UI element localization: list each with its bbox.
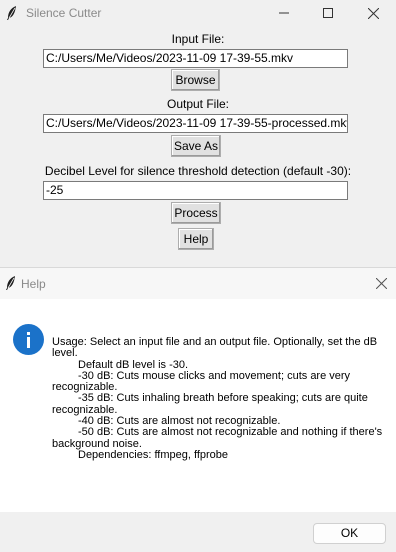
decibel-field[interactable]: -25 <box>43 181 348 200</box>
help-button[interactable]: Help <box>178 228 214 250</box>
help-message: Usage: Select an input file and an outpu… <box>52 336 384 461</box>
main-window: Silence Cutter Input File: C:/Users/Me/V… <box>0 0 396 267</box>
main-titlebar[interactable]: Silence Cutter <box>0 0 396 26</box>
help-message-line: -50 dB: Cuts are almost not recognizable… <box>52 426 383 450</box>
dialog-body: Usage: Select an input file and an outpu… <box>0 299 396 512</box>
dialog-title: Help <box>21 277 46 291</box>
close-icon <box>375 278 387 289</box>
feather-icon <box>5 5 19 21</box>
feather-icon <box>4 275 18 291</box>
window-title: Silence Cutter <box>26 6 102 20</box>
info-icon <box>13 324 44 355</box>
help-message-line: -30 dB: Cuts mouse clicks and movement; … <box>52 369 351 394</box>
ok-button[interactable]: OK <box>313 523 386 544</box>
maximize-button[interactable] <box>307 0 349 26</box>
save-as-button[interactable]: Save As <box>171 135 221 157</box>
input-file-field[interactable]: C:/Users/Me/Videos/2023-11-09 17-39-55.m… <box>43 49 348 68</box>
help-message-line: Dependencies: ffmpeg, ffprobe <box>78 448 229 461</box>
browse-button[interactable]: Browse <box>171 69 220 91</box>
help-dialog: Help Usage: Select an input file and an … <box>0 267 396 552</box>
help-titlebar[interactable]: Help <box>0 268 396 299</box>
close-icon <box>367 7 379 19</box>
minimize-button[interactable] <box>263 0 305 26</box>
output-file-label: Output File: <box>166 97 230 111</box>
maximize-icon <box>323 8 333 18</box>
dialog-footer: OK <box>0 512 396 552</box>
help-message-line: -35 dB: Cuts inhaling breath before spea… <box>52 392 368 416</box>
help-message-line: Usage: Select an input file and an outpu… <box>52 336 378 360</box>
output-file-field[interactable]: C:/Users/Me/Videos/2023-11-09 17-39-55-p… <box>43 114 348 133</box>
close-button[interactable] <box>352 0 394 26</box>
dialog-close-button[interactable] <box>366 268 396 299</box>
input-file-label: Input File: <box>171 32 225 46</box>
decibel-label: Decibel Level for silence threshold dete… <box>44 164 352 178</box>
minimize-icon <box>279 12 289 14</box>
process-button[interactable]: Process <box>171 202 221 224</box>
